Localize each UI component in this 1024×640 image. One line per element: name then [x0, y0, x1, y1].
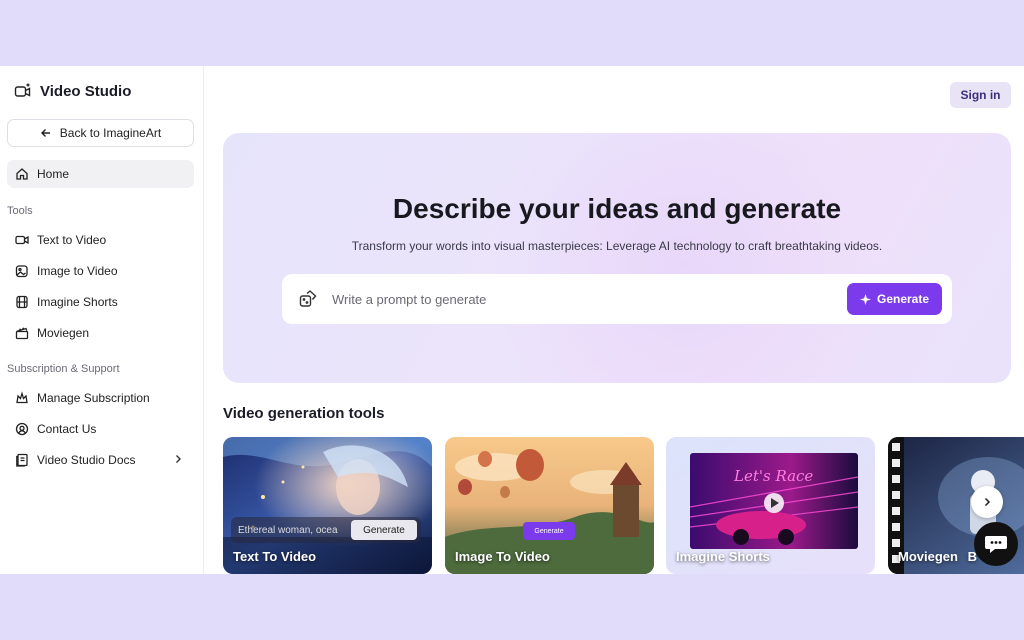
- brand[interactable]: Video Studio: [14, 82, 131, 100]
- card-label-text: Moviegen: [898, 549, 958, 564]
- hero-panel: Describe your ideas and generate Transfo…: [223, 133, 1011, 383]
- card-text-to-video[interactable]: Ethereal woman, ocea Generate Text To Vi…: [223, 437, 432, 574]
- sidebar-item-contact-us[interactable]: Contact Us: [7, 415, 194, 443]
- back-label: Back to ImagineArt: [59, 126, 162, 140]
- sidebar: Video Studio Back to ImagineArt Home Too…: [0, 66, 204, 574]
- film-icon: [14, 295, 29, 310]
- video-sparkle-icon: [14, 82, 32, 100]
- card-label: Image To Video: [455, 549, 550, 564]
- sidebar-item-label: Manage Subscription: [37, 391, 150, 405]
- chevron-right-icon: [981, 496, 993, 508]
- sign-in-button[interactable]: Sign in: [950, 82, 1011, 108]
- hero-subtitle: Transform your words into visual masterp…: [351, 239, 883, 253]
- sidebar-item-label: Image to Video: [37, 264, 118, 278]
- image-sparkle-icon: [14, 264, 29, 279]
- prompt-bar: Generate: [282, 274, 952, 324]
- card-imagine-shorts[interactable]: Let's Race Imagine Shorts: [666, 437, 875, 574]
- arrow-left-icon: [40, 127, 52, 139]
- sidebar-item-label: Contact Us: [37, 422, 97, 436]
- at-sign-icon: [14, 422, 29, 437]
- sidebar-item-text-to-video[interactable]: Text to Video: [7, 226, 194, 254]
- sidebar-item-label: Text to Video: [37, 233, 107, 247]
- sidebar-item-home[interactable]: Home: [7, 160, 194, 188]
- app-window: Video Studio Back to ImagineArt Home Too…: [0, 66, 1024, 574]
- generate-button[interactable]: Generate: [847, 283, 942, 315]
- hero-decoration: [473, 133, 893, 383]
- sidebar-item-manage-subscription[interactable]: Manage Subscription: [7, 384, 194, 412]
- crown-icon: [14, 391, 29, 406]
- tools-carousel: Ethereal woman, ocea Generate Text To Vi…: [223, 437, 1024, 574]
- sparkle-icon: [859, 293, 871, 305]
- tools-section-title: Video generation tools: [223, 405, 385, 422]
- card-mini-prompt-text: Ethereal woman, ocea: [238, 524, 338, 536]
- support-heading: Subscription & Support: [7, 363, 120, 375]
- carousel-next-button[interactable]: [971, 486, 1003, 518]
- chat-bubble-icon: [984, 533, 1008, 555]
- brand-title: Video Studio: [40, 82, 132, 100]
- generate-label: Generate: [876, 292, 930, 306]
- prompt-input[interactable]: [332, 288, 832, 310]
- docs-icon: [14, 453, 29, 468]
- sidebar-item-moviegen[interactable]: Moviegen: [7, 319, 194, 347]
- card-label: Imagine Shorts: [676, 549, 770, 564]
- hero-title: Describe your ideas and generate: [392, 193, 842, 224]
- card-label: Moviegen B: [898, 549, 977, 564]
- dice-icon[interactable]: [298, 289, 318, 309]
- chat-support-button[interactable]: [974, 522, 1018, 566]
- card-mini-prompt: Ethereal woman, ocea Generate: [231, 517, 421, 543]
- sidebar-item-label: Moviegen: [37, 326, 90, 340]
- card-mini-generate-button: Generate: [351, 520, 417, 540]
- clapperboard-icon: [14, 326, 29, 341]
- card-image-to-video[interactable]: Generate Image To Video: [445, 437, 654, 574]
- sidebar-item-image-to-video[interactable]: Image to Video: [7, 257, 194, 285]
- sidebar-item-imagine-shorts[interactable]: Imagine Shorts: [7, 288, 194, 316]
- card-mini-generate-button: Generate: [523, 522, 575, 540]
- tools-heading: Tools: [7, 205, 33, 217]
- chevron-right-icon: [172, 453, 184, 465]
- back-to-imagineart-button[interactable]: Back to ImagineArt: [7, 119, 194, 147]
- sidebar-item-label: Imagine Shorts: [37, 295, 118, 309]
- sidebar-item-label: Home: [37, 167, 70, 181]
- sidebar-item-video-studio-docs[interactable]: Video Studio Docs: [7, 446, 194, 474]
- svg-text:Let's Race: Let's Race: [733, 467, 813, 485]
- home-icon: [14, 167, 29, 182]
- video-camera-icon: [14, 233, 29, 248]
- sidebar-item-label: Video Studio Docs: [37, 453, 136, 467]
- card-label: Text To Video: [233, 549, 317, 564]
